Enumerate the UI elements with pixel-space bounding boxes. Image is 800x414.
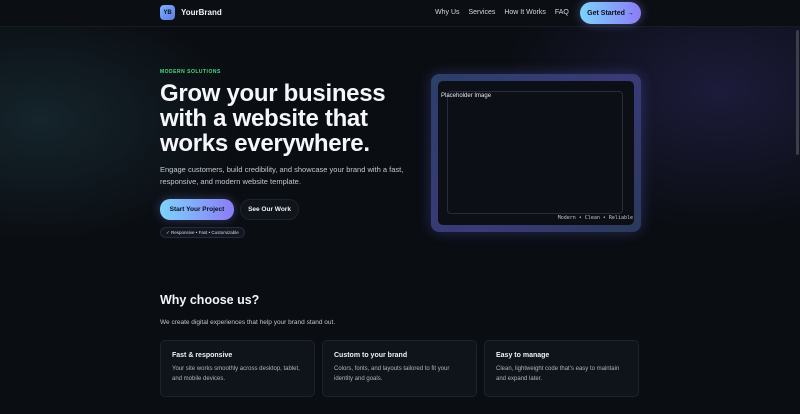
card-text: Your site works smoothly across desktop,… [172, 366, 300, 382]
feature-card-custom: Custom to your brand Colors, fonts, and … [322, 340, 477, 397]
card-title: Custom to your brand [334, 352, 408, 359]
features-pill: ✓ Responsive • Fast • Customizable [160, 227, 245, 238]
landing-page: YB YourBrand Why Us Services How It Work… [0, 0, 800, 414]
card-text: Clean, lightweight code that’s easy to m… [496, 366, 620, 382]
hero-title: Grow your business with a website that w… [160, 80, 386, 157]
brand[interactable]: YB YourBrand [160, 5, 222, 20]
hero-subtitle: Engage customers, build credibility, and… [160, 165, 404, 186]
placeholder-image-label: Placeholder Image [441, 93, 492, 99]
feature-cards: Fast & responsive Your site works smooth… [160, 340, 639, 397]
nav-link-why-us[interactable]: Why Us [435, 9, 460, 16]
card-text: Colors, fonts, and layouts tailored to f… [334, 366, 450, 382]
feature-card-manage: Easy to manage Clean, lightweight code t… [484, 340, 639, 397]
card-title: Fast & responsive [172, 352, 233, 359]
mockup-caption: Modern • Clean • Reliable [557, 215, 633, 221]
hero-eyebrow: MODERN SOLUTIONS [160, 69, 221, 75]
get-started-button[interactable]: Get Started → [580, 2, 641, 24]
site-header: YB YourBrand Why Us Services How It Work… [0, 0, 800, 27]
placeholder-image-frame [447, 91, 623, 214]
brand-logo-icon: YB [160, 5, 175, 20]
nav-link-how-it-works[interactable]: How It Works [504, 9, 546, 16]
brand-name: YourBrand [181, 8, 222, 17]
see-our-work-button[interactable]: See Our Work [240, 199, 299, 220]
card-title: Easy to manage [496, 352, 550, 359]
hero-mockup: Placeholder Image Modern • Clean • Relia… [431, 74, 641, 232]
feature-card-fast: Fast & responsive Your site works smooth… [160, 340, 315, 397]
why-section-subtitle: We create digital experiences that help … [160, 319, 336, 326]
nav-link-faq[interactable]: FAQ [555, 9, 569, 16]
main-nav: Why Us Services How It Works FAQ [435, 9, 569, 16]
page-scrollbar[interactable] [796, 30, 799, 155]
nav-link-services[interactable]: Services [469, 9, 496, 16]
why-section-title: Why choose us? [160, 293, 260, 307]
mockup-screen [438, 81, 634, 225]
start-project-button[interactable]: Start Your Project [160, 199, 234, 220]
